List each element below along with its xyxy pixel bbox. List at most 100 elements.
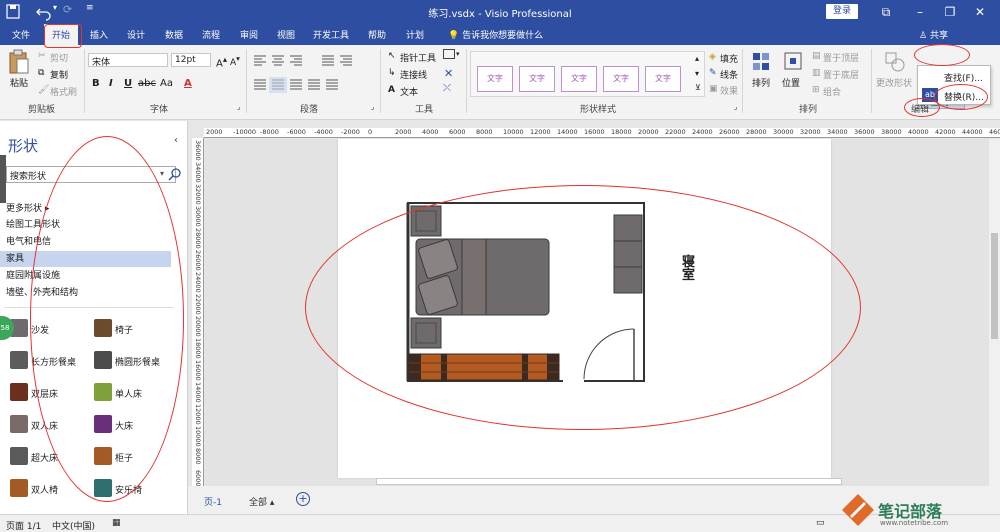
ribbon-display-icon[interactable]: ⧉ — [872, 3, 900, 21]
tab-review[interactable]: 审阅 — [240, 28, 258, 41]
paste-button[interactable]: 粘贴 — [10, 76, 28, 89]
tab-home[interactable]: 开始 — [44, 24, 79, 45]
shape-dropdown-icon[interactable]: ▾ — [456, 50, 460, 58]
connector-tool-button[interactable]: 连接线 — [400, 68, 427, 81]
group-button[interactable]: 组合 — [823, 85, 841, 98]
stencil-item[interactable]: 椅子 — [84, 315, 169, 343]
tell-me-search[interactable]: 💡 告诉我你想要做什么 — [448, 28, 543, 41]
rectangle-tool-icon[interactable] — [443, 49, 455, 59]
connection-point-icon[interactable]: ⤬ — [443, 83, 451, 94]
all-pages-button[interactable]: 全部 ▴ — [249, 495, 274, 508]
pointer-tool-button[interactable]: 指针工具 — [400, 51, 436, 64]
send-to-back-button[interactable]: 置于底层 — [823, 68, 859, 81]
arrange-icon[interactable] — [751, 51, 771, 73]
drawing-page[interactable] — [338, 139, 831, 478]
cabinet[interactable] — [408, 353, 560, 381]
format-painter-button[interactable]: 格式刷 — [50, 85, 77, 98]
shape-styles-dialog-launcher-icon[interactable]: ⌟ — [734, 103, 737, 111]
style-tile-2[interactable]: 文字 — [519, 66, 555, 92]
tab-data[interactable]: 数据 — [165, 28, 183, 41]
tab-plan[interactable]: 计划 — [406, 28, 424, 41]
bold-button[interactable]: B — [92, 78, 100, 89]
language-indicator[interactable]: 中文(中国) — [52, 519, 95, 532]
category-more-shapes[interactable]: 更多形状 ▸ — [0, 201, 171, 217]
collapse-panel-icon[interactable]: ‹ — [174, 135, 178, 146]
grow-font-icon[interactable]: A▴ — [216, 54, 227, 69]
tab-help[interactable]: 帮助 — [368, 28, 386, 41]
close-icon[interactable]: ✕ — [966, 3, 994, 21]
paragraph-dialog-launcher-icon[interactable]: ⌟ — [371, 103, 374, 111]
close-tool-icon[interactable]: ✕ — [444, 67, 453, 80]
change-case-button[interactable]: Aa — [160, 78, 173, 89]
category-furniture[interactable]: 家具 — [0, 251, 171, 267]
category-garden[interactable]: 庭园附属设施 — [0, 268, 171, 284]
login-button[interactable]: 登录 — [826, 4, 858, 19]
change-shape-button[interactable]: 更改形状 — [876, 76, 912, 89]
share-button[interactable]: ♙ 共享 — [919, 28, 948, 41]
category-drawing-tools[interactable]: 绘图工具形状 — [0, 217, 171, 233]
minimize-icon[interactable]: – — [906, 3, 934, 21]
line-button[interactable]: 线条 — [720, 68, 738, 81]
stencil-item[interactable]: 长方形餐桌 — [0, 347, 85, 375]
underline-button[interactable]: U — [124, 78, 132, 89]
wardrobe[interactable] — [613, 214, 643, 294]
stencil-item[interactable]: 单人床 — [84, 379, 169, 407]
fill-button[interactable]: 填充 — [720, 52, 738, 65]
stencil-item[interactable]: 安乐椅 — [84, 475, 169, 503]
stencil-item[interactable]: 双层床 — [0, 379, 85, 407]
search-shapes-input[interactable]: 搜索形状 ▾ — [6, 166, 181, 183]
gallery-scroll-down-icon[interactable]: ▾ — [695, 69, 699, 78]
bedroom-floor-plan[interactable] — [338, 139, 831, 478]
tab-process[interactable]: 流程 — [202, 28, 220, 41]
drawing-canvas[interactable] — [205, 139, 989, 486]
horizontal-scroll-thumb[interactable] — [376, 478, 842, 485]
tab-design[interactable]: 设计 — [127, 28, 145, 41]
strikethrough-button[interactable]: abc — [138, 78, 156, 89]
stencil-item[interactable]: 超大床 — [0, 443, 85, 471]
paste-icon[interactable] — [8, 49, 30, 77]
stencil-item[interactable]: 双人床 — [0, 411, 85, 439]
font-color-button[interactable]: A — [184, 78, 192, 89]
font-size-select[interactable]: 12pt — [171, 53, 211, 67]
arrange-button[interactable]: 排列 — [752, 76, 770, 89]
copy-button[interactable]: 复制 — [50, 68, 68, 81]
change-shape-icon[interactable] — [884, 51, 906, 73]
door-swing[interactable] — [583, 328, 635, 380]
find-menu-item[interactable]: 查找(F)... — [944, 71, 983, 84]
stencil-item[interactable]: 柜子 — [84, 443, 169, 471]
stencil-item[interactable]: 大床 — [84, 411, 169, 439]
bring-to-front-button[interactable]: 置于顶层 — [823, 51, 859, 64]
macro-record-icon[interactable]: ▦ — [112, 518, 121, 528]
cut-button[interactable]: 剪切 — [50, 51, 68, 64]
presentation-mode-icon[interactable]: ▭ — [816, 518, 825, 528]
tab-insert[interactable]: 插入 — [90, 28, 108, 41]
effect-button[interactable]: 效果 — [720, 84, 738, 97]
paragraph-align-icons[interactable] — [252, 53, 376, 97]
add-page-icon[interactable]: + — [296, 492, 310, 506]
category-walls[interactable]: 墙壁、外壳和结构 — [0, 285, 171, 301]
gallery-more-icon[interactable]: ⊻ — [695, 83, 701, 92]
restore-icon[interactable]: ❐ — [936, 3, 964, 21]
tab-file[interactable]: 文件 — [12, 28, 30, 41]
category-electrical[interactable]: 电气和电信 — [0, 234, 171, 250]
room-label-bedroom[interactable]: 寝室 — [682, 256, 696, 282]
text-tool-button[interactable]: 文本 — [400, 85, 418, 98]
stencil-item[interactable]: 双人椅 — [0, 475, 85, 503]
vertical-scroll-thumb[interactable] — [991, 233, 998, 339]
page-tab-1[interactable]: 页-1 — [204, 495, 222, 508]
gallery-scroll-up-icon[interactable]: ▴ — [695, 54, 699, 63]
shrink-font-icon[interactable]: A▾ — [230, 54, 240, 68]
tab-developer[interactable]: 开发工具 — [313, 28, 349, 41]
search-icon[interactable] — [168, 167, 182, 182]
style-tile-1[interactable]: 文字 — [477, 66, 513, 92]
italic-button[interactable]: I — [109, 78, 113, 89]
style-tile-5[interactable]: 文字 — [645, 66, 681, 92]
stencil-item[interactable]: 椭圆形餐桌 — [84, 347, 169, 375]
search-dropdown-icon[interactable]: ▾ — [160, 169, 164, 178]
tab-view[interactable]: 视图 — [277, 28, 295, 41]
vertical-scrollbar[interactable] — [989, 139, 1000, 486]
style-tile-4[interactable]: 文字 — [603, 66, 639, 92]
position-icon[interactable] — [783, 51, 803, 73]
position-button[interactable]: 位置 — [782, 76, 800, 89]
style-tile-3[interactable]: 文字 — [561, 66, 597, 92]
